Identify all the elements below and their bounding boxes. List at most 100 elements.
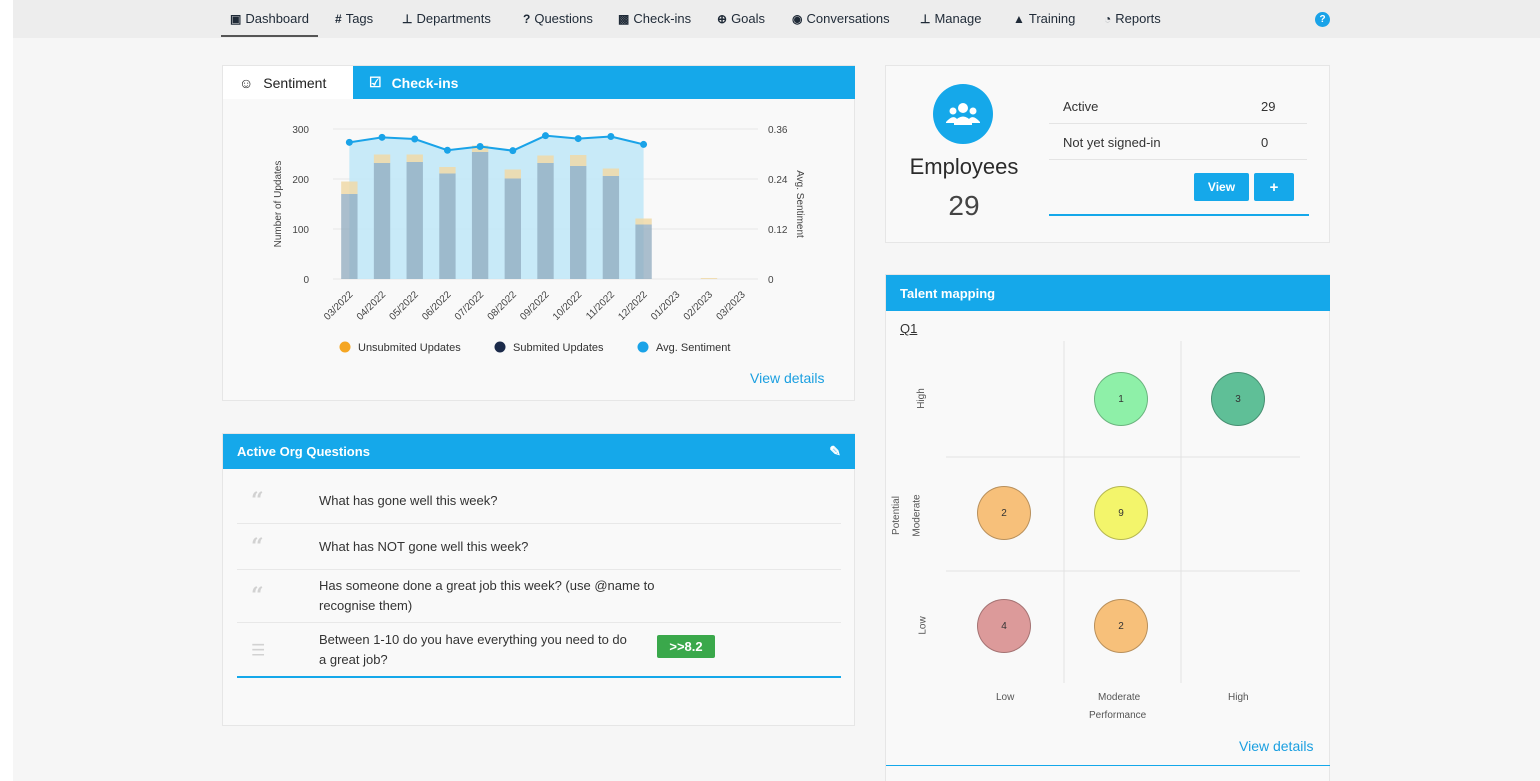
questions-card: Active Org Questions ✎ “ What has gone w… [222,433,855,726]
row-label: Not yet signed-in [1063,135,1161,150]
employees-count: 29 [948,190,980,221]
nav-dashboard[interactable]: ▣ Dashboard [230,11,309,26]
nav-label: Manage [934,11,982,26]
graduation-cap-icon: ▲ [1013,11,1025,26]
sentiment-card: ☺ Sentiment ☑ Check-ins 0 0 100 0.12 200 0.24… [222,65,855,401]
question-row[interactable]: “ What has NOT gone well this week? [237,524,841,570]
employees-divider [1049,214,1309,216]
question-text: What has NOT gone well this week? [319,538,529,554]
employees-title: Employees [909,154,1019,179]
x-tick-label: 02/2023 [682,289,716,323]
pie-chart-icon: ◔ [1104,11,1112,26]
tab-label: Sentiment [263,74,327,91]
nav-reports[interactable]: ◔ Reports [1104,11,1161,26]
nav-manage[interactable]: ⊥ Manage [920,11,981,26]
target-icon: ⊕ [717,11,728,26]
x-tick-label: 03/2023 [714,289,748,323]
nav-label: Conversations [806,11,890,26]
nav-training[interactable]: ▲ Training [1013,11,1075,26]
tab-label: Check-ins [391,74,459,91]
nav-questions[interactable]: ? Questions [523,11,593,26]
submitted-bar [537,163,554,279]
submitted-bar [341,194,358,279]
x-tick-label: 07/2022 [453,289,487,323]
nav-label: Dashboard [245,11,309,26]
nav-label: Reports [1115,11,1161,26]
nav-label: Training [1028,11,1076,26]
sentiment-point [378,133,386,141]
talent-bubble[interactable]: 1 [1094,372,1148,426]
unsubmitted-bar [602,168,620,176]
legend-swatch [339,341,351,353]
nav-label: Goals [731,11,766,26]
y-tick-label: 0 [303,275,309,286]
talent-bubble[interactable]: 9 [1094,486,1148,540]
talent-bubble[interactable]: 3 [1211,372,1265,426]
org-chart-icon: ⊥ [402,11,413,26]
unsubmitted-bar [635,218,652,225]
sentiment-view-details-link[interactable]: View details [750,370,824,386]
unsubmitted-bar [373,154,391,163]
submitted-bar [602,176,620,279]
x-level-low: Low [996,692,1015,703]
y-right-tick-label: 0.36 [768,125,788,136]
tab-sentiment[interactable]: ☺ Sentiment [223,66,353,99]
edit-icon[interactable]: ✎ [829,443,841,460]
sentiment-point [542,132,549,140]
talent-bubble[interactable]: 4 [977,599,1031,653]
sentiment-tabs: ☺ Sentiment ☑ Check-ins [223,66,855,99]
chat-icon: ◉ [792,11,803,26]
y-tick-label: 200 [292,175,309,186]
view-employees-button[interactable]: View [1194,173,1249,201]
talent-mapping-card: Talent mapping Q1 High Moderate Low Pote… [885,274,1330,781]
unsubmitted-bar [570,155,587,166]
y-axis-title: Potential [890,496,902,535]
tab-checkins[interactable]: ☑ Check-ins [353,66,503,99]
hash-icon: # [335,11,342,26]
x-tick-label: 03/2022 [322,289,356,323]
sentiment-point [411,135,419,143]
question-row[interactable]: “ Has someone done a great job this week… [237,570,841,623]
row-value: 0 [1261,135,1269,150]
nav-conversations[interactable]: ◉ Conversations [792,11,890,26]
submitted-bar [635,224,652,279]
nav-tags[interactable]: # Tags [335,11,373,26]
talent-divider [886,765,1330,766]
shield-icon: ▣ [230,11,242,26]
nav-goals[interactable]: ⊕ Goals [717,11,765,26]
question-row[interactable]: “ What has gone well this week? [237,478,841,524]
legend-swatch [637,341,649,353]
unsubmitted-bar [341,181,358,194]
nav-departments[interactable]: ⊥ Departments [402,11,491,26]
employees-card: Employees 29 Active 29 Not yet signed-in… [885,65,1330,243]
talent-view-details-link[interactable]: View details [1239,738,1313,754]
legend-label: Submited Updates [513,342,604,354]
unsubmitted-bar [504,169,521,179]
talent-bubble[interactable]: 2 [1094,599,1148,653]
employees-icon-circle [933,84,993,144]
help-icon[interactable]: ? [1315,12,1330,27]
users-icon [946,103,980,125]
nav-label: Tags [345,11,374,26]
legend-label: Unsubmited Updates [358,342,461,354]
score-badge: >>8.2 [657,635,715,658]
sliders-icon: ☰ [251,640,266,659]
talent-bubble[interactable]: 2 [977,486,1031,540]
submitted-bar [504,178,521,279]
y-level-moderate: Moderate [911,494,923,537]
submitted-bar [406,162,423,279]
questions-divider [237,676,841,678]
row-label: Active [1063,99,1099,114]
nav-checkins[interactable]: ▩ Check-ins [618,11,691,26]
add-employee-button[interactable]: + [1254,173,1294,201]
submitted-bar [471,152,489,279]
question-text: Has someone done a great job this week? … [319,578,655,613]
question-row[interactable]: ☰ Between 1-10 do you have everything yo… [237,623,841,676]
nav-active-indicator [221,35,318,37]
y-tick-label: 100 [292,225,309,236]
calendar-check-icon: ☑ [369,74,382,90]
employees-row-not-signed-in: Not yet signed-in 0 [1049,124,1307,160]
unsubmitted-bar [700,278,718,279]
x-tick-label: 06/2022 [420,289,454,323]
y-level-high: High [915,388,927,409]
